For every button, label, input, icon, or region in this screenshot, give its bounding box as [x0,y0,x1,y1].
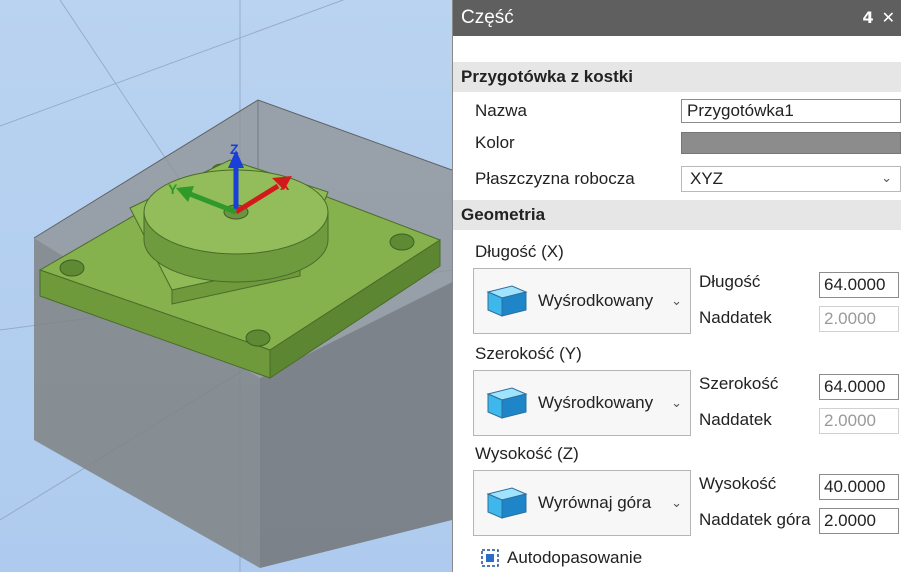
color-label: Kolor [475,133,515,152]
axis-x-label: X [280,177,290,193]
autofit-label: Autodopasowanie [507,548,643,567]
width-allowance-input[interactable] [819,408,899,434]
section-stock-header[interactable]: Przygotówka z kostki [453,62,901,92]
length-group-label: Długość (X) [475,242,564,261]
height-mode-button[interactable]: Wyrównaj góra ⌄ [473,470,691,536]
height-allowance-label: Naddatek góra [699,510,811,529]
width-mode-button[interactable]: Wyśrodkowany ⌄ [473,370,691,436]
width-input[interactable] [819,374,899,400]
3d-viewport[interactable]: Z X Y [0,0,452,572]
name-row: Nazwa [453,96,901,126]
width-mode-label: Wyśrodkowany [538,393,654,412]
width-allowance-label: Naddatek [699,410,772,429]
chevron-down-icon: ⌄ [671,495,682,510]
chevron-down-icon: ⌄ [671,395,682,410]
section-stock-title: Przygotówka z kostki [461,67,633,86]
length-allowance-input[interactable] [819,306,899,332]
width-label: Szerokość [699,374,779,393]
height-input[interactable] [819,474,899,500]
plane-label: Płaszczyzna robocza [475,169,635,188]
length-mode-label: Wyśrodkowany [538,291,654,310]
height-label: Wysokość [699,474,777,493]
cube-icon [486,285,528,317]
length-input[interactable] [819,272,899,298]
length-allowance-label: Naddatek [699,308,772,327]
length-label: Długość [699,272,761,291]
pin-icon[interactable]: 𝟰 [862,8,873,28]
cube-icon [486,487,528,519]
height-allowance-input[interactable] [819,508,899,534]
autofit-button[interactable]: Autodopasowanie [481,548,642,568]
axis-y-label: Y [168,181,178,197]
length-mode-button[interactable]: Wyśrodkowany ⌄ [473,268,691,334]
chevron-down-icon: ⌄ [881,170,892,185]
panel-titlebar: Część 𝟰 ✕ [453,0,901,36]
cube-icon [486,387,528,419]
section-geometry-header[interactable]: Geometria [453,200,901,230]
close-icon[interactable]: ✕ [882,8,895,28]
axis-z-label: Z [230,141,239,157]
plane-row: Płaszczyzna robocza XYZ ⌄ [453,164,901,194]
color-picker[interactable] [681,132,901,154]
chevron-down-icon: ⌄ [671,293,682,308]
plane-select[interactable]: XYZ ⌄ [681,166,901,192]
properties-panel: Część 𝟰 ✕ Przygotówka z kostki Nazwa Kol… [452,0,901,572]
panel-title: Część [461,7,514,28]
color-row: Kolor [453,128,901,158]
name-label: Nazwa [475,101,527,120]
height-group-label: Wysokość (Z) [475,444,579,463]
viewport-scene: Z X Y [0,0,452,572]
width-group-label: Szerokość (Y) [475,344,582,363]
name-field[interactable] [681,99,901,123]
height-mode-label: Wyrównaj góra [538,493,652,512]
autofit-icon [481,549,499,567]
section-geometry-title: Geometria [461,205,546,224]
plane-select-value: XYZ [690,169,724,188]
